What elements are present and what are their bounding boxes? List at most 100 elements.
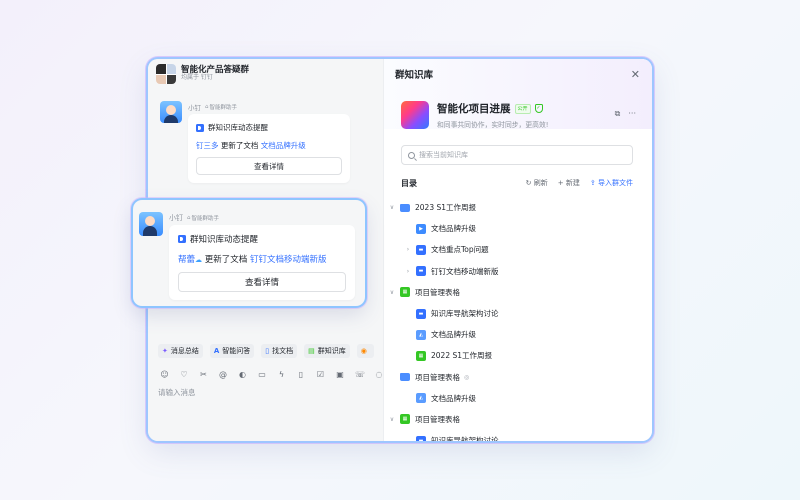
kb-info: 智能化项目进展 公开 ✓ 和同事共同协作，实时同步，更高效! ⧉ ··· <box>384 89 652 129</box>
chevron-icon[interactable]: ∨ <box>388 289 396 296</box>
folder-icon <box>400 373 410 382</box>
helper-badge: ⌂ 智能群助手 <box>187 214 220 222</box>
task-icon[interactable]: ☑ <box>316 370 325 379</box>
tree-item-label: 项目管理表格 <box>415 372 460 382</box>
plus-icon: + <box>557 179 564 187</box>
panel-title: 群知识库 <box>395 70 434 81</box>
chevron-icon[interactable]: ∨ <box>388 204 396 211</box>
emoji-icon[interactable]: ☺ <box>160 370 169 379</box>
tree-item[interactable]: ∨ ▦ 项目管理表格 <box>384 282 652 303</box>
import-button[interactable]: ⇪ 导入群文件 <box>590 178 633 188</box>
tree-item[interactable]: ▦ 2022 S1工作周报 <box>384 345 652 366</box>
tree-item[interactable]: 项目管理表格 ◎ <box>384 367 652 388</box>
popup-message: 小钉 ⌂ 智能群助手 群知识库动态提醒 帮蕾☁ 更新了文档 钉钉文档移动端新版 查… <box>133 200 365 306</box>
directory-tree: ∨ 2023 S1工作周报 ▶ 文档品牌升级 › ▬ 文档重点Top问题 › ▬ 钉钉文档移动端新… <box>384 197 652 441</box>
sticker-icon[interactable]: ◐ <box>238 370 247 379</box>
spreadsheet-icon: ▦ <box>400 414 410 425</box>
tree-item[interactable]: ▬ 知识库导航架构讨论 <box>384 303 652 324</box>
tree-item[interactable]: ◭ 文档品牌升级 <box>384 324 652 345</box>
tree-item-label: 文档重点Top问题 <box>431 245 489 255</box>
chip-summary[interactable]: ✦ 消息总结 <box>158 344 203 358</box>
chip-find-doc[interactable]: ▯ 找文档 <box>261 344 298 358</box>
document-icon[interactable]: ▯ <box>297 370 306 379</box>
robot-icon: ⌂ <box>205 103 209 110</box>
refresh-button[interactable]: ↻ 刷新 <box>526 178 548 188</box>
spreadsheet-icon: ▦ <box>400 287 410 298</box>
chevron-icon[interactable]: ∨ <box>388 416 396 423</box>
tree-item-label: 项目管理表格 <box>415 287 460 297</box>
scissors-icon[interactable]: ✂ <box>199 370 208 379</box>
calendar-icon[interactable]: ▣ <box>336 370 345 379</box>
chat-subtitle: 均属于 钉钉 <box>181 74 213 82</box>
mindmap-icon: ◭ <box>416 329 426 340</box>
bot-avatar[interactable] <box>160 101 182 123</box>
tree-item[interactable]: ▬ 知识库导航架构讨论 <box>384 430 652 441</box>
card-content: 钉三多 更新了文档 文档品牌升级 <box>196 141 306 150</box>
ai-icon: A <box>213 347 220 355</box>
doc-icon <box>196 123 204 132</box>
actor-link[interactable]: 帮蕾 <box>178 255 195 265</box>
cloud-icon: ☁ <box>195 256 203 264</box>
chip-more[interactable]: ◉ <box>356 344 374 358</box>
chip-group-kb[interactable]: ▤ 群知识库 <box>304 344 350 358</box>
chevron-icon[interactable]: › <box>404 246 412 253</box>
tree-item[interactable]: › ▬ 文档重点Top问题 <box>384 239 652 260</box>
chat-header: 智能化产品答疑群 均属于 钉钉 <box>148 59 383 89</box>
phone-icon[interactable]: ☏ <box>355 370 365 379</box>
import-icon: ⇪ <box>589 179 596 187</box>
thumbs-up-icon[interactable]: ♡ <box>180 370 189 379</box>
tree-item-label: 文档品牌升级 <box>431 224 476 234</box>
view-details-button[interactable]: 查看详情 <box>178 272 346 292</box>
lightning-icon[interactable]: ϟ <box>277 370 286 379</box>
sender-name: 小钉 <box>169 213 183 222</box>
tree-item-label: 项目管理表格 <box>415 414 460 424</box>
public-badge: 公开 <box>514 103 531 114</box>
tree-item[interactable]: ∨ 2023 S1工作周报 <box>384 197 652 218</box>
shield-check-icon: ✓ <box>534 104 543 113</box>
folder-icon[interactable]: ▭ <box>258 370 267 379</box>
tree-item[interactable]: › ▬ 钉钉文档移动端新版 <box>384 261 652 282</box>
doc-link[interactable]: 文档品牌升级 <box>261 141 306 150</box>
chevron-icon[interactable]: › <box>404 268 412 275</box>
tree-item[interactable]: ▶ 文档品牌升级 <box>384 218 652 239</box>
search-icon <box>408 151 415 159</box>
quick-actions: ✦ 消息总结 A 智能问答 ▯ 找文档 ▤ 群知识库 ◉ <box>158 344 374 358</box>
tree-item-label: 知识库导航架构讨论 <box>431 309 499 319</box>
group-kb-panel: 群知识库 ✕ 智能化项目进展 公开 ✓ 和同事共同协作，实时同步，更高效! ⧉ … <box>383 59 652 441</box>
robot-icon: ⌂ <box>187 214 191 221</box>
close-icon[interactable]: ✕ <box>631 68 640 81</box>
sparkle-icon: ✦ <box>162 347 168 355</box>
tree-item-label: 知识库导航架构讨论 <box>431 436 499 441</box>
document-icon: ▬ <box>416 435 426 441</box>
kb-update-card: 群知识库动态提醒 帮蕾☁ 更新了文档 钉钉文档移动端新版 查看详情 <box>169 225 355 300</box>
share-icon[interactable]: ⧉ <box>615 109 621 119</box>
mindmap-icon: ◭ <box>416 393 426 404</box>
doc-icon <box>178 235 186 243</box>
kb-search-input[interactable]: 搜索当前知识库 <box>401 145 633 165</box>
chip-qa[interactable]: A 智能问答 <box>209 344 255 358</box>
at-icon[interactable]: @ <box>219 370 228 379</box>
actor-link[interactable]: 钉三多 <box>196 141 219 150</box>
tree-item[interactable]: ∨ ▦ 项目管理表格 <box>384 409 652 430</box>
doc-link[interactable]: 钉钉文档移动端新版 <box>250 255 327 265</box>
group-avatar[interactable] <box>156 64 176 84</box>
refresh-icon: ↻ <box>525 179 532 187</box>
tree-item-label: 钉钉文档移动端新版 <box>431 266 499 276</box>
bot-avatar[interactable] <box>139 212 163 236</box>
view-details-button[interactable]: 查看详情 <box>196 157 342 175</box>
card-title: 群知识库动态提醒 <box>178 233 346 245</box>
kb-name[interactable]: 智能化项目进展 <box>437 101 511 116</box>
more-options-icon[interactable]: ··· <box>628 109 636 119</box>
directory-header: 目录 ↻ 刷新 + 新建 ⇪ 导入群文件 <box>401 177 633 189</box>
sender-name: 小钉 <box>188 103 201 112</box>
new-button[interactable]: + 新建 <box>558 178 580 188</box>
message-input[interactable]: 请输入消息 <box>158 387 196 398</box>
tree-item-label: 2022 S1工作周报 <box>431 351 493 361</box>
document-icon: ▬ <box>416 308 426 319</box>
kb-description: 和同事共同协作，实时同步，更高效! <box>437 121 549 129</box>
folder-icon <box>400 203 410 212</box>
tree-item[interactable]: ◭ 文档品牌升级 <box>384 388 652 409</box>
visibility-icon: ◎ <box>464 373 470 381</box>
kb-cover[interactable] <box>401 101 429 129</box>
document-icon: ▬ <box>416 244 426 255</box>
